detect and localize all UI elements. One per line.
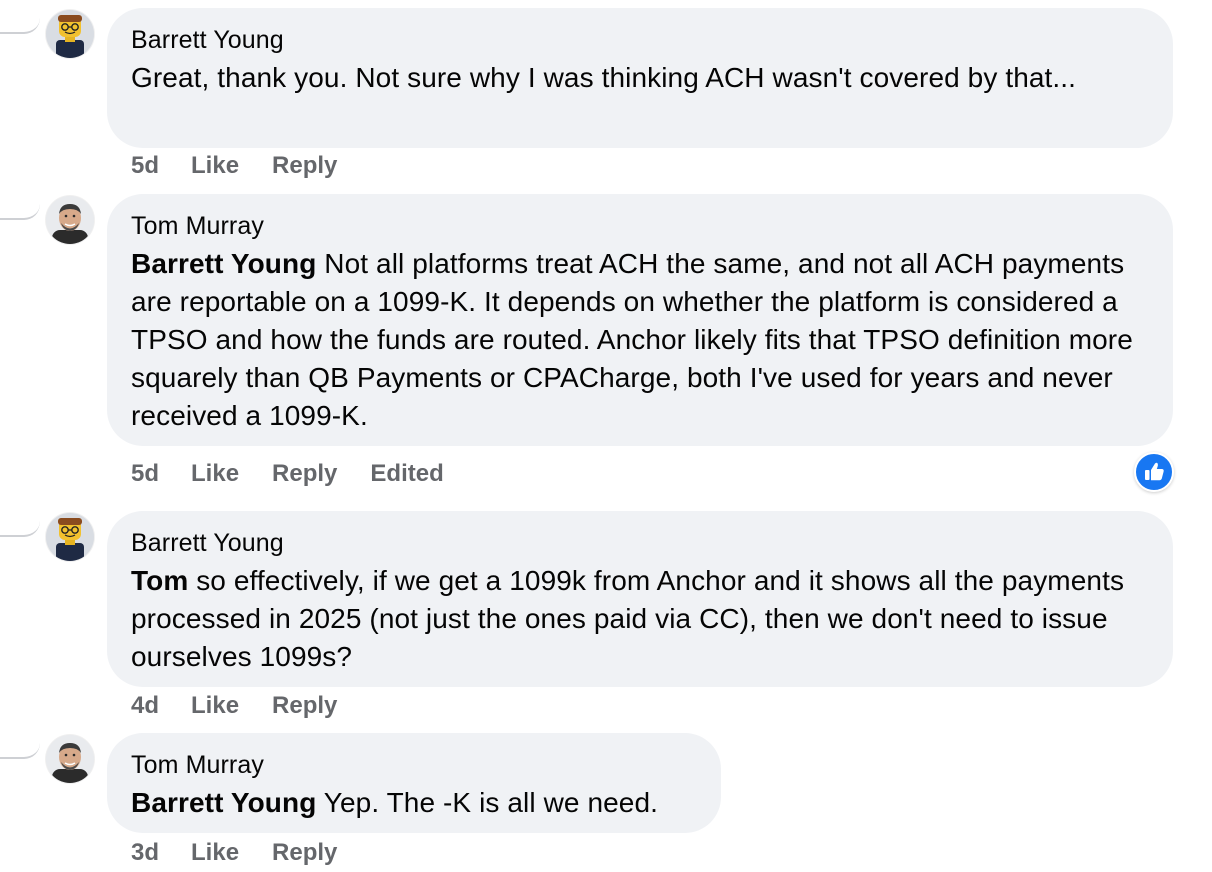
mention-link[interactable]: Barrett Young <box>131 248 316 279</box>
comment-author[interactable]: Tom Murray <box>131 211 1149 241</box>
profile-photo-icon <box>46 196 94 244</box>
edited-label[interactable]: Edited <box>370 460 443 488</box>
comment-text: Barrett Young Not all platforms treat AC… <box>131 245 1149 435</box>
comment-body: Great, thank you. Not sure why I was thi… <box>131 62 1077 93</box>
avatar[interactable] <box>46 196 94 244</box>
thread-connector-line <box>0 190 40 220</box>
comment-bubble: Tom Murray Barrett Young Yep. The -K is … <box>107 733 721 833</box>
comment: Tom Murray Barrett Young Yep. The -K is … <box>0 725 1212 872</box>
comment-body: so effectively, if we get a 1099k from A… <box>131 565 1125 672</box>
reply-button[interactable]: Reply <box>272 839 337 867</box>
thread-connector-line <box>0 4 40 34</box>
comment-actions: 4d Like Reply <box>131 692 370 720</box>
comment-text: Tom so effectively, if we get a 1099k fr… <box>131 562 1149 676</box>
comment-timestamp[interactable]: 3d <box>131 839 159 867</box>
like-button[interactable]: Like <box>191 692 239 720</box>
comment-actions: 5d Like Reply <box>131 152 370 180</box>
comment: Barrett Young Great, thank you. Not sure… <box>0 0 1212 185</box>
lego-avatar-icon <box>46 10 94 58</box>
mention-link[interactable]: Tom <box>131 565 188 596</box>
comment-author[interactable]: Barrett Young <box>131 25 1149 55</box>
comment-timestamp[interactable]: 5d <box>131 460 159 488</box>
like-button[interactable]: Like <box>191 460 239 488</box>
thread-connector-line <box>0 729 40 759</box>
thumbs-up-icon <box>1145 462 1164 481</box>
comment-actions: 3d Like Reply <box>131 839 370 867</box>
comment-author[interactable]: Barrett Young <box>131 528 1149 558</box>
lego-avatar-icon <box>46 513 94 561</box>
comment-bubble: Barrett Young Tom so effectively, if we … <box>107 511 1173 687</box>
thread-connector-line <box>0 507 40 537</box>
avatar[interactable] <box>46 10 94 58</box>
avatar[interactable] <box>46 513 94 561</box>
comment-body: Yep. The -K is all we need. <box>316 787 659 818</box>
like-button[interactable]: Like <box>191 839 239 867</box>
comment-timestamp[interactable]: 4d <box>131 692 159 720</box>
profile-photo-icon <box>46 735 94 783</box>
reply-button[interactable]: Reply <box>272 152 337 180</box>
comment: Tom Murray Barrett Young Not all platfor… <box>0 186 1212 506</box>
reply-button[interactable]: Reply <box>272 460 337 488</box>
like-button[interactable]: Like <box>191 152 239 180</box>
comment-bubble: Barrett Young Great, thank you. Not sure… <box>107 8 1173 148</box>
like-reaction-badge[interactable] <box>1134 452 1174 492</box>
comment-text: Barrett Young Yep. The -K is all we need… <box>131 784 697 822</box>
avatar[interactable] <box>46 735 94 783</box>
comment: Barrett Young Tom so effectively, if we … <box>0 503 1212 728</box>
comment-thread: Barrett Young Great, thank you. Not sure… <box>0 0 1212 872</box>
comment-actions: 5d Like Reply Edited <box>131 460 477 488</box>
comment-bubble: Tom Murray Barrett Young Not all platfor… <box>107 194 1173 446</box>
comment-timestamp[interactable]: 5d <box>131 152 159 180</box>
mention-link[interactable]: Barrett Young <box>131 787 316 818</box>
reply-button[interactable]: Reply <box>272 692 337 720</box>
comment-author[interactable]: Tom Murray <box>131 750 697 780</box>
comment-text: Great, thank you. Not sure why I was thi… <box>131 59 1149 97</box>
